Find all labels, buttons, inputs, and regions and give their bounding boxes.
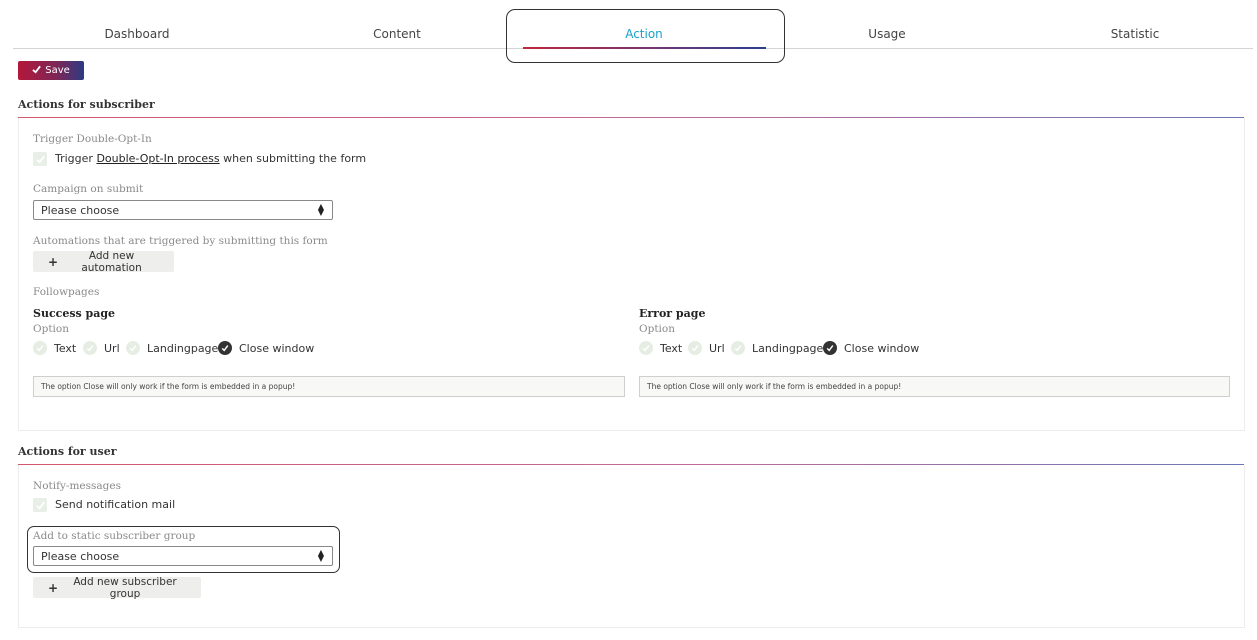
error-option-label: Option: [639, 323, 675, 335]
tab-content[interactable]: Content: [337, 27, 457, 41]
tab-usage[interactable]: Usage: [827, 27, 947, 41]
success-option-text: Text: [54, 342, 77, 355]
doi-process-link[interactable]: Double-Opt-In process: [96, 152, 219, 165]
doi-text-before: Trigger: [55, 152, 97, 165]
error-radio-text[interactable]: [639, 341, 653, 355]
add-automation-button[interactable]: + Add new automation: [33, 249, 174, 274]
success-radio-text[interactable]: [33, 341, 47, 355]
error-radio-close-window[interactable]: [823, 341, 837, 355]
followpages-label: Followpages: [33, 286, 100, 298]
plus-icon: +: [48, 580, 59, 595]
check-icon: [35, 155, 45, 163]
notify-label: Notify-messages: [33, 480, 121, 492]
campaign-label: Campaign on submit: [33, 183, 144, 195]
notify-checkbox[interactable]: [33, 498, 47, 512]
check-icon: [734, 345, 742, 352]
tab-highlight-ring: [506, 9, 785, 63]
subscriber-group-select[interactable]: Please choose ▲ ▼: [33, 546, 333, 566]
add-automation-label: Add new automation: [81, 249, 142, 274]
success-notice: The option Close will only work if the f…: [33, 376, 625, 397]
plus-icon: +: [48, 254, 59, 269]
tab-statistic[interactable]: Statistic: [1075, 27, 1195, 41]
check-icon: [86, 345, 94, 352]
check-icon: [691, 345, 699, 352]
error-option-text: Text: [660, 342, 683, 355]
tab-dashboard[interactable]: Dashboard: [77, 27, 197, 41]
success-option-label: Option: [33, 323, 69, 335]
success-radio-landingpage[interactable]: [126, 341, 140, 355]
doi-label: Trigger Double-Opt-In: [33, 133, 152, 145]
error-page-title: Error page: [639, 307, 706, 320]
success-radio-close-window[interactable]: [218, 341, 232, 355]
check-icon: [221, 345, 229, 352]
automations-label: Automations that are triggered by submit…: [33, 235, 328, 247]
error-option-close-window: Close window: [844, 342, 920, 355]
check-icon: [642, 345, 650, 352]
save-button-label: Save: [45, 65, 70, 76]
success-option-landingpage: Landingpage: [147, 342, 219, 355]
success-page-title: Success page: [33, 307, 116, 320]
check-icon: [36, 345, 44, 352]
check-icon: [826, 345, 834, 352]
add-subscriber-group-button[interactable]: + Add new subscriber group: [33, 575, 201, 600]
campaign-select-value: Please choose: [41, 203, 120, 217]
error-option-landingpage: Landingpage: [752, 342, 824, 355]
subscriber-section-title: Actions for subscriber: [18, 98, 155, 111]
error-option-url: Url: [709, 342, 725, 355]
error-radio-url[interactable]: [688, 341, 702, 355]
add-group-label: Add new subscriber group: [73, 575, 177, 600]
group-select-value: Please choose: [41, 549, 120, 563]
doi-text-after: when submitting the form: [219, 152, 367, 165]
doi-text: Trigger Double-Opt-In process when submi…: [55, 152, 366, 165]
error-notice: The option Close will only work if the f…: [639, 376, 1230, 397]
notify-text: Send notification mail: [55, 498, 176, 511]
check-icon: [129, 345, 137, 352]
success-option-url: Url: [104, 342, 120, 355]
success-option-close-window: Close window: [239, 342, 315, 355]
user-section-title: Actions for user: [18, 445, 117, 458]
group-label: Add to static subscriber group: [33, 530, 196, 542]
save-button[interactable]: Save: [18, 61, 84, 80]
doi-checkbox[interactable]: [33, 152, 47, 166]
check-icon: [32, 65, 42, 77]
campaign-select[interactable]: Please choose ▲ ▼: [33, 200, 333, 220]
sort-arrows-icon: ▲ ▼: [317, 548, 324, 563]
sort-arrows-icon: ▲ ▼: [317, 202, 324, 217]
check-icon: [35, 501, 45, 509]
success-radio-url[interactable]: [83, 341, 97, 355]
error-radio-landingpage[interactable]: [731, 341, 745, 355]
